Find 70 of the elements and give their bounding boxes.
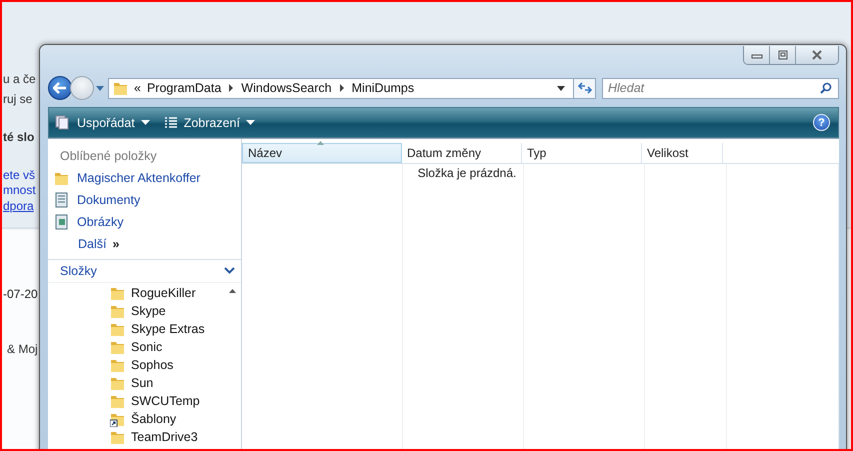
folder-icon: [54, 170, 69, 186]
folder-tree-item[interactable]: RogueKiller: [48, 284, 224, 302]
dropdown-caret-icon: [557, 86, 565, 90]
caret-down-icon: [96, 85, 104, 91]
page-text: -07-20: [3, 287, 38, 301]
chevron-right-icon: [338, 84, 345, 92]
chevron-right-icon: [228, 84, 234, 92]
favorite-link[interactable]: Obrázky: [48, 211, 241, 233]
folder-tree-item[interactable]: Sun: [48, 374, 224, 392]
caret-down-icon: [246, 120, 255, 126]
column-header[interactable]: Název: [242, 143, 402, 163]
maximize-button[interactable]: [769, 46, 795, 64]
empty-folder-message: Složka je prázdná.: [416, 166, 518, 180]
sort-arrow-icon: [317, 141, 324, 145]
folder-tree-item[interactable]: Sonic: [48, 338, 224, 356]
folders-header[interactable]: Složky: [48, 259, 241, 282]
section-heading: Oblíbené položky: [59, 148, 158, 165]
back-button[interactable]: [48, 76, 72, 100]
favorite-link[interactable]: Magischer Aktenkoffer: [48, 167, 241, 189]
folder-icon: [110, 321, 125, 337]
link[interactable]: ete vš: [3, 168, 36, 182]
left-arrow-icon: [53, 82, 67, 94]
refresh-button[interactable]: [574, 78, 596, 98]
breadcrumb[interactable]: MiniDumps: [352, 81, 414, 95]
views-button[interactable]: Zobrazení: [164, 110, 255, 134]
page-text: té slo: [3, 130, 34, 144]
refresh-icon: [578, 82, 592, 94]
page-text: u a če: [3, 72, 36, 86]
address-bar[interactable]: « ProgramData WindowsSearch MiniDumps: [108, 78, 574, 98]
folder-icon: [110, 357, 125, 373]
page-text: & Moj: [7, 342, 38, 356]
column-header[interactable]: Typ: [522, 143, 642, 163]
folder-tree-item[interactable]: Sophos: [48, 356, 224, 374]
folder-tree-item[interactable]: Skype: [48, 302, 224, 320]
close-button[interactable]: [795, 46, 838, 64]
more-link[interactable]: Další »: [48, 233, 241, 255]
recent-pages-button[interactable]: [94, 85, 106, 91]
folder-shortcut-icon: [110, 411, 125, 427]
pages-icon: [55, 114, 71, 130]
minimize-button[interactable]: [744, 46, 769, 64]
column-header[interactable]: Datum změny: [402, 143, 522, 163]
search-field[interactable]: Hledat: [602, 78, 839, 98]
caret-down-icon: [140, 120, 150, 126]
page-text: ruj se: [3, 92, 32, 106]
documents-icon: [54, 192, 69, 208]
folder-icon: [110, 339, 125, 355]
folder-icon: [110, 375, 125, 391]
folder-tree-item[interactable]: Skype Extras: [48, 320, 224, 338]
breadcrumb[interactable]: WindowsSearch: [241, 81, 332, 95]
favorite-link[interactable]: Dokumenty: [48, 189, 241, 211]
overflow-chevron[interactable]: «: [134, 81, 141, 95]
link[interactable]: dpora: [3, 199, 34, 213]
folder-icon: [110, 393, 125, 409]
scroll-up-icon: [229, 289, 236, 293]
column-header[interactable]: Velikost: [642, 143, 723, 163]
list-view-icon: [164, 116, 178, 130]
folder-icon: [110, 285, 125, 301]
folder-tree-item[interactable]: Šablony: [48, 410, 224, 428]
chevron-down-icon: [224, 267, 235, 275]
folder-tree-item[interactable]: SWCUTemp: [48, 392, 224, 410]
maximize-icon: [776, 50, 788, 60]
organize-button[interactable]: Uspořádat: [55, 110, 150, 134]
folder-icon: [110, 303, 125, 319]
folder-icon: [113, 80, 128, 96]
link[interactable]: mnost: [3, 183, 36, 197]
folder-tree-item[interactable]: TeamDrive3: [48, 428, 224, 446]
pictures-icon: [54, 214, 69, 230]
close-icon: [811, 50, 823, 60]
breadcrumb[interactable]: ProgramData: [146, 81, 222, 95]
folder-icon: [110, 429, 125, 445]
